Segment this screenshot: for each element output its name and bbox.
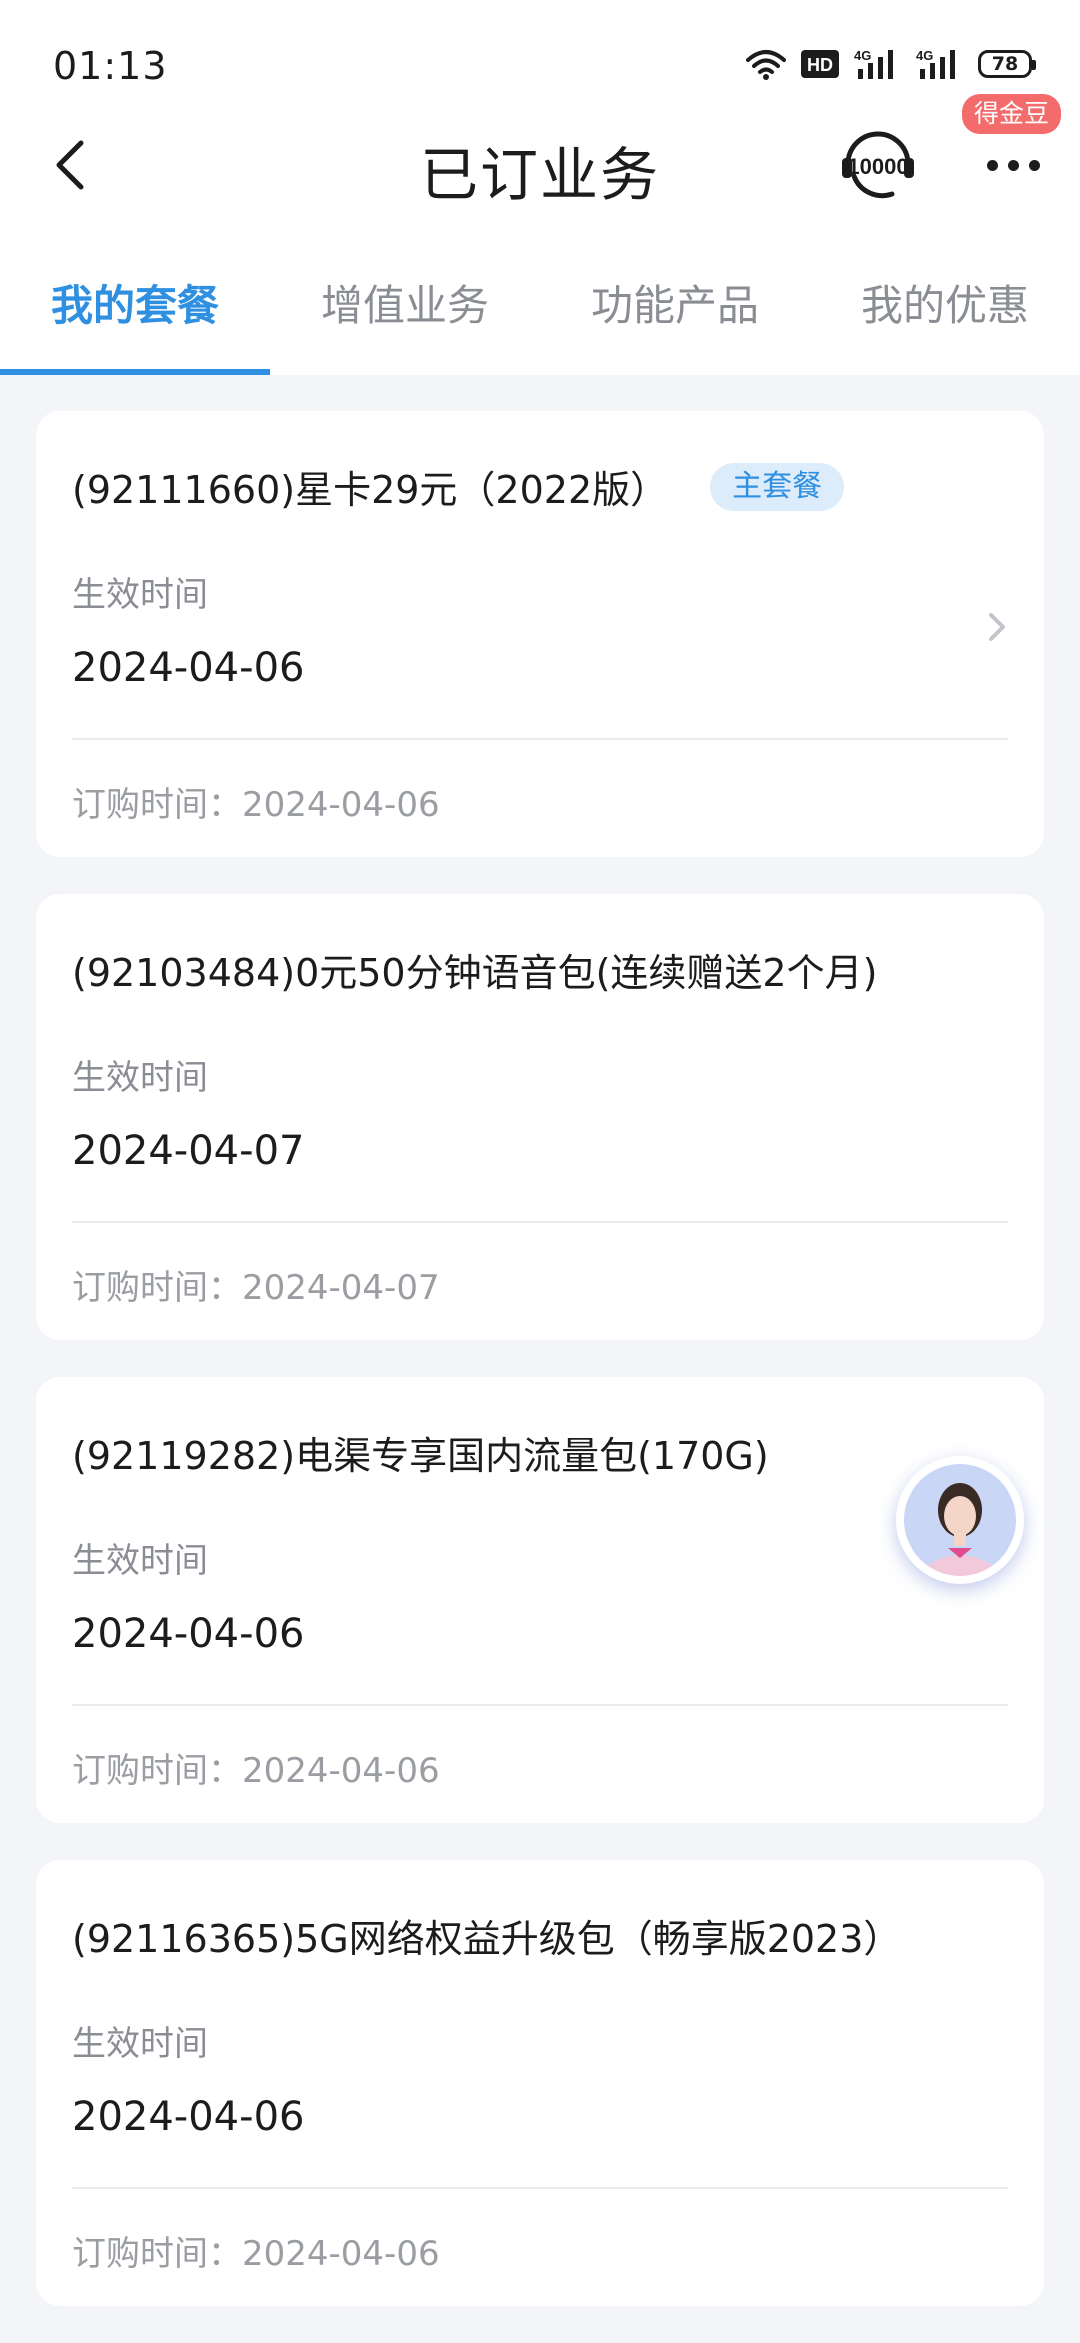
signal-4g-icon-2: 4G <box>916 47 964 81</box>
package-list: (92111660)星卡29元（2022版） 主套餐 生效时间 2024-04-… <box>36 411 1044 2343</box>
assistant-avatar-icon <box>904 1464 1016 1576</box>
effective-date: 2024-04-06 <box>72 1611 305 1657</box>
wifi-icon <box>746 48 786 80</box>
main-package-tag: 主套餐 <box>710 462 845 511</box>
effective-date: 2024-04-06 <box>72 645 305 691</box>
effective-label: 生效时间 <box>72 1541 208 1581</box>
signal-4g-icon: 4G <box>854 47 902 81</box>
order-date: 2024-04-06 <box>242 1751 440 1791</box>
package-title: (92116365)5G网络权益升级包（畅享版2023） <box>72 1917 902 1961</box>
order-time: 订购时间：2024-04-06 <box>72 777 440 826</box>
package-card[interactable]: (92111660)星卡29元（2022版） 主套餐 生效时间 2024-04-… <box>36 411 1044 857</box>
divider <box>72 2187 1008 2189</box>
order-label: 订购时间： <box>72 2234 242 2274</box>
order-time: 订购时间：2024-04-06 <box>72 1743 440 1792</box>
order-time: 订购时间：2024-04-06 <box>72 2226 440 2275</box>
effective-date: 2024-04-07 <box>72 1128 305 1174</box>
battery-icon: 78 <box>978 50 1036 78</box>
svg-text:10000: 10000 <box>847 154 908 179</box>
package-card[interactable]: (92119282)电渠专享国内流量包(170G) 生效时间 2024-04-0… <box>36 1377 1044 1823</box>
effective-date: 2024-04-06 <box>72 2094 305 2140</box>
tab-my-discounts[interactable]: 我的优惠 <box>810 260 1080 375</box>
order-time: 订购时间：2024-04-07 <box>72 1260 440 1309</box>
order-date: 2024-04-07 <box>242 1268 440 1308</box>
tab-function-products[interactable]: 功能产品 <box>540 260 810 375</box>
effective-label: 生效时间 <box>72 2024 208 2064</box>
network-label-2: 4G <box>916 48 933 63</box>
battery-level: 78 <box>991 53 1019 75</box>
coin-badge[interactable]: 得金豆 <box>962 94 1062 134</box>
order-date: 2024-04-06 <box>242 785 440 825</box>
package-title: (92119282)电渠专享国内流量包(170G) <box>72 1434 769 1478</box>
hd-icon: HD <box>800 49 840 79</box>
network-label-1: 4G <box>854 48 871 63</box>
tab-my-package[interactable]: 我的套餐 <box>0 260 270 375</box>
chevron-right-icon <box>989 613 1005 641</box>
header: 已订业务 10000 得金豆 <box>0 94 1080 260</box>
package-title: (92111660)星卡29元（2022版） <box>72 468 669 512</box>
effective-label: 生效时间 <box>72 1058 208 1098</box>
hd-label: HD <box>807 55 833 75</box>
more-options-button[interactable] <box>978 140 1048 190</box>
divider <box>72 1704 1008 1706</box>
order-label: 订购时间： <box>72 785 242 825</box>
effective-label: 生效时间 <box>72 575 208 615</box>
package-card[interactable]: (92116365)5G网络权益升级包（畅享版2023） 生效时间 2024-0… <box>36 1860 1044 2306</box>
package-card[interactable]: (92103484)0元50分钟语音包(连续赠送2个月) 生效时间 2024-0… <box>36 894 1044 1340</box>
assistant-avatar-button[interactable] <box>896 1456 1024 1584</box>
package-title: (92103484)0元50分钟语音包(连续赠送2个月) <box>72 951 878 995</box>
customer-service-button[interactable]: 10000 <box>838 124 918 204</box>
service-10000-icon: 10000 <box>842 131 914 199</box>
divider <box>72 738 1008 740</box>
tab-value-added[interactable]: 增值业务 <box>270 260 540 375</box>
order-date: 2024-04-06 <box>242 2234 440 2274</box>
more-dots-icon <box>986 159 998 171</box>
tab-bar: 我的套餐 增值业务 功能产品 我的优惠 <box>0 260 1080 375</box>
page-title: 已订业务 <box>419 141 660 209</box>
divider <box>72 1221 1008 1223</box>
order-label: 订购时间： <box>72 1751 242 1791</box>
order-label: 订购时间： <box>72 1268 242 1308</box>
status-icons: HD 4G 4G 78 <box>746 46 1036 82</box>
status-time: 01:13 <box>53 44 168 88</box>
